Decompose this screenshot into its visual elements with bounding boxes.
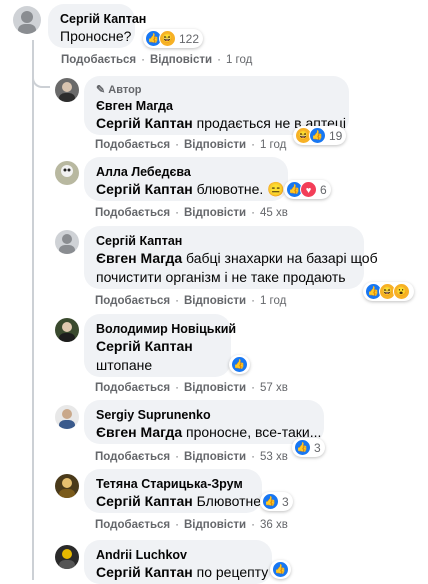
mention[interactable]: Євген Магда xyxy=(96,424,182,440)
haha-reaction-icon: 😆 xyxy=(159,30,176,47)
person-icon xyxy=(18,11,36,34)
like-link[interactable]: Подобається xyxy=(95,382,170,394)
comment-actions: Подобається · Відповісти · 1 год xyxy=(95,139,287,151)
commenter-name[interactable]: Євген Магда xyxy=(96,98,338,114)
timestamp[interactable]: 1 год xyxy=(260,295,286,307)
reply-link[interactable]: Відповісти xyxy=(184,139,246,151)
commenter-name[interactable]: Sergiy Suprunenko xyxy=(96,407,313,423)
avatar[interactable] xyxy=(55,405,79,429)
avatar[interactable] xyxy=(55,161,79,185)
comment-text: Сергій Каптан Блювотне. xyxy=(96,493,265,509)
timestamp[interactable]: 57 хв xyxy=(260,382,288,394)
comment-text: штопане xyxy=(96,357,153,373)
avatar[interactable] xyxy=(13,6,41,34)
timestamp[interactable]: 1 год xyxy=(260,139,286,151)
avatar[interactable] xyxy=(55,230,79,254)
person-icon xyxy=(61,165,73,177)
reaction-count: 19 xyxy=(329,128,343,143)
comment-bubble: Алла Лебедєва Сергій Каптан блювотне. 😑 xyxy=(84,157,288,201)
comment-actions: Подобається · Відповісти · 45 хв xyxy=(95,207,288,219)
reaction-summary[interactable]: 👍 😆 122 xyxy=(143,29,204,48)
like-link[interactable]: Подобається xyxy=(95,519,170,531)
thread-line xyxy=(32,40,34,580)
comment-actions: Подобається · Відповісти · 36 хв xyxy=(95,519,288,531)
wow-reaction-icon: 😮 xyxy=(393,283,410,300)
comment-actions: Подобається · Відповісти · 1 год xyxy=(95,295,287,307)
comment-text: Євген Магда бабці знахарки на базарі щоб xyxy=(96,250,378,266)
person-icon xyxy=(59,322,75,342)
reaction-summary[interactable]: 😆 👍 19 xyxy=(293,126,347,145)
avatar[interactable] xyxy=(55,318,79,342)
mention[interactable]: Євген Магда xyxy=(96,250,182,266)
comment-actions: Подобається · Відповісти · 57 хв xyxy=(95,382,288,394)
mention[interactable]: Сергій Каптан xyxy=(96,337,220,356)
person-icon xyxy=(59,549,75,569)
comment-bubble: Sergiy Suprunenko Євген Магда проносне, … xyxy=(84,400,324,444)
reaction-summary[interactable]: 👍 ♥ 6 xyxy=(284,180,331,199)
person-icon xyxy=(59,82,75,102)
like-link[interactable]: Подобається xyxy=(95,451,170,463)
commenter-name[interactable]: Andrii Luchkov xyxy=(96,547,261,563)
reaction-count: 3 xyxy=(314,440,321,455)
comment-text: Сергій Каптан по рецепту xyxy=(96,564,269,580)
mention[interactable]: Сергій Каптан xyxy=(96,181,193,197)
timestamp[interactable]: 1 год xyxy=(226,54,252,66)
reply-link[interactable]: Відповісти xyxy=(150,54,212,66)
timestamp[interactable]: 45 хв xyxy=(260,207,288,219)
comment-actions: Подобається · Відповісти · 53 хв xyxy=(95,451,288,463)
reply-link[interactable]: Відповісти xyxy=(184,295,246,307)
thread-curve xyxy=(32,70,50,88)
reaction-summary[interactable]: 👍 3 xyxy=(292,438,325,457)
comment-text-line2: почистити організм і не таке продають xyxy=(96,269,346,285)
comment-bubble: Andrii Luchkov Сергій Каптан по рецепту xyxy=(84,540,272,584)
reply-link[interactable]: Відповісти xyxy=(184,451,246,463)
comment-text: Євген Магда проносне, все-таки... xyxy=(96,424,322,440)
like-link[interactable]: Подобається xyxy=(95,207,170,219)
timestamp[interactable]: 53 хв xyxy=(260,451,288,463)
reaction-count: 3 xyxy=(282,494,289,509)
comment-bubble: Сергій Каптан Євген Магда бабці знахарки… xyxy=(84,226,378,289)
avatar[interactable] xyxy=(55,545,79,569)
commenter-name[interactable]: Алла Лебедєва xyxy=(96,164,277,180)
commenter-name[interactable]: Сергій Каптан xyxy=(96,233,353,249)
comment-bubble: Володимир Новіцький Сергій Каптан штопан… xyxy=(84,314,236,377)
mention[interactable]: Сергій Каптан xyxy=(96,115,193,131)
comment-text: Сергій Каптан блювотне. 😑 xyxy=(96,181,285,197)
avatar[interactable] xyxy=(55,474,79,498)
comment-bubble: Сергій Каптан Проносне? xyxy=(48,4,146,48)
reply-link[interactable]: Відповісти xyxy=(184,207,246,219)
reaction-summary[interactable]: 👍 xyxy=(229,355,250,374)
like-reaction-icon: 👍 xyxy=(309,127,326,144)
commenter-name[interactable]: Сергій Каптан xyxy=(60,11,146,27)
commenter-name[interactable]: Володимир Новіцький xyxy=(96,321,236,337)
commenter-name[interactable]: Тетяна Стариць­ка-Зрум xyxy=(96,476,251,492)
like-link[interactable]: Подобається xyxy=(95,295,170,307)
like-reaction-icon: 👍 xyxy=(231,356,248,373)
like-link[interactable]: Подобається xyxy=(95,139,170,151)
reply-link[interactable]: Відповісти xyxy=(184,382,246,394)
comment-bubble: Тетяна Стариць­ка-Зрум Сергій Каптан Блю… xyxy=(84,469,265,513)
author-badge: ✎ Автор xyxy=(96,84,142,96)
person-icon xyxy=(59,409,75,429)
love-reaction-icon: ♥ xyxy=(300,181,317,198)
avatar[interactable] xyxy=(55,78,79,102)
like-link[interactable]: Подобається xyxy=(61,54,136,66)
reaction-count: 122 xyxy=(179,31,200,46)
reaction-summary[interactable]: 👍 3 xyxy=(260,492,293,511)
like-reaction-icon: 👍 xyxy=(294,439,311,456)
reaction-summary[interactable]: 👍 xyxy=(270,560,291,579)
like-reaction-icon: 👍 xyxy=(262,493,279,510)
like-reaction-icon: 👍 xyxy=(272,561,289,578)
mention[interactable]: Сергій Каптан xyxy=(96,564,193,580)
reply-link[interactable]: Відповісти xyxy=(184,519,246,531)
person-icon xyxy=(59,234,75,254)
person-icon xyxy=(59,478,75,498)
mention[interactable]: Сергій Каптан xyxy=(96,493,193,509)
reaction-count: 6 xyxy=(320,182,327,197)
reaction-summary[interactable]: 👍 😆 😮 xyxy=(363,282,414,301)
timestamp[interactable]: 36 хв xyxy=(260,519,288,531)
comment-text: Проносне? xyxy=(60,28,132,44)
comment-actions: Подобається · Відповісти · 1 год xyxy=(61,54,253,66)
